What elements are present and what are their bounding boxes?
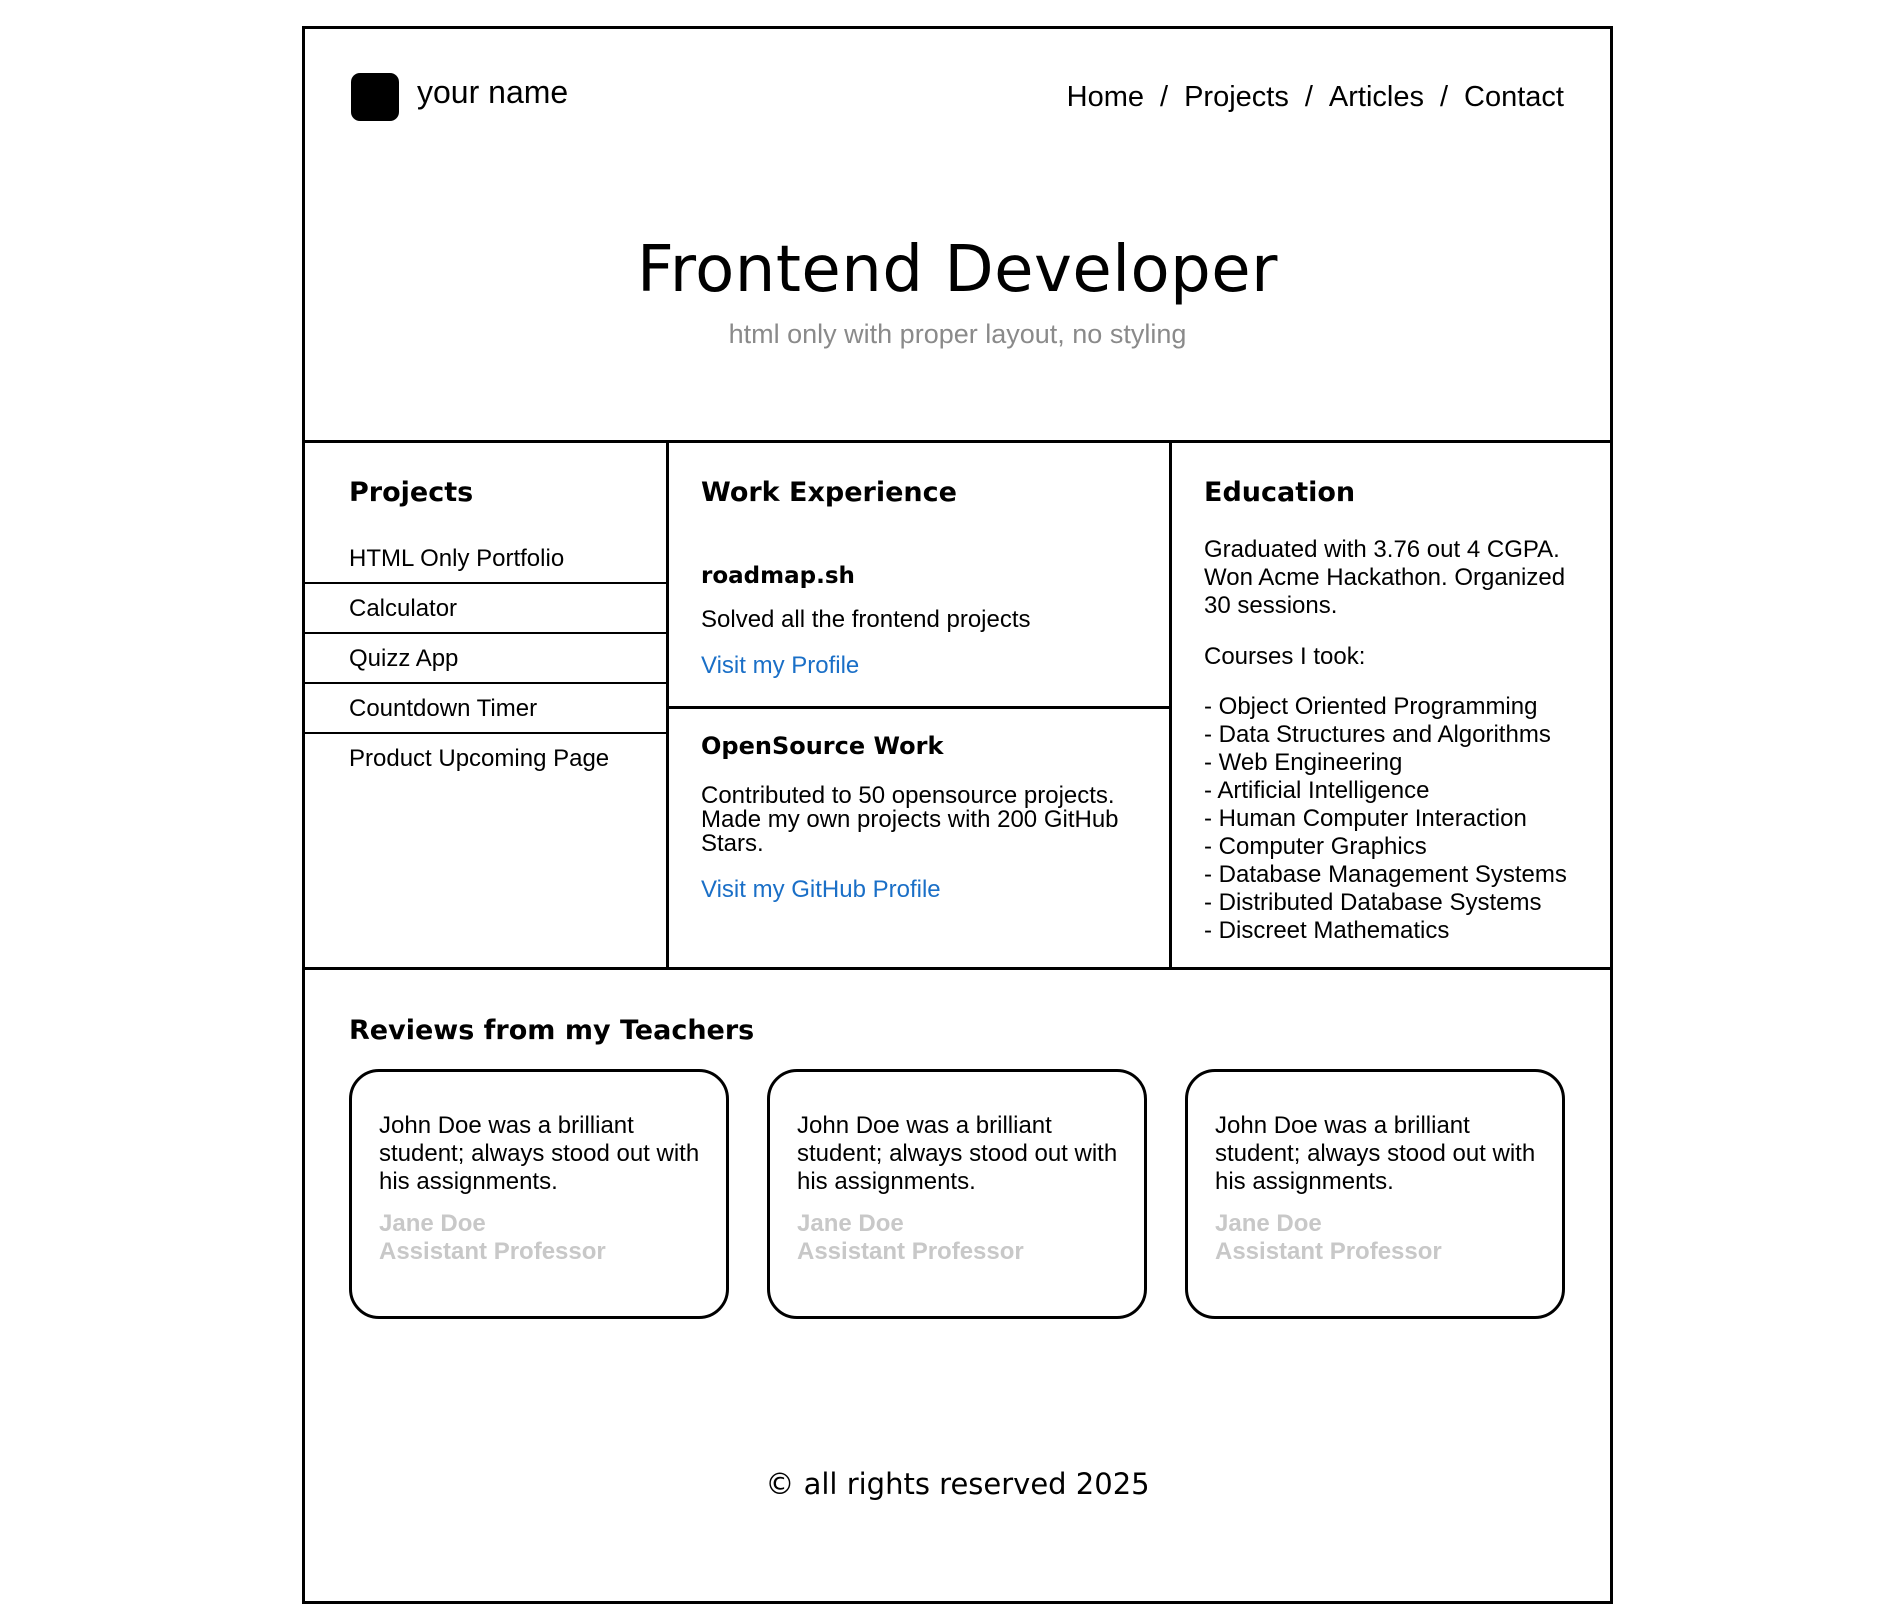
projects-title: Projects <box>349 477 474 508</box>
project-item[interactable]: Countdown Timer <box>305 684 667 734</box>
divider <box>305 967 1610 970</box>
project-item[interactable]: HTML Only Portfolio <box>305 534 667 584</box>
divider <box>1169 440 1172 970</box>
brand-name[interactable]: your name <box>417 74 568 111</box>
main-nav: Home / Projects / Articles / Contact <box>1067 81 1564 114</box>
course-item: - Web Engineering <box>1204 749 1403 776</box>
nav-articles[interactable]: Articles <box>1329 81 1424 114</box>
reviewer-role: Assistant Professor <box>379 1238 606 1265</box>
reviewer-name: Jane Doe <box>797 1210 904 1237</box>
project-item[interactable]: Quizz App <box>305 634 667 684</box>
github-profile-link[interactable]: Visit my GitHub Profile <box>701 876 941 904</box>
education-summary: Graduated with 3.76 out 4 CGPA. Won Acme… <box>1204 536 1566 619</box>
footer-copyright: © all rights reserved 2025 <box>765 1467 1150 1501</box>
education-title: Education <box>1204 477 1356 508</box>
course-item: - Data Structures and Algorithms <box>1204 721 1551 748</box>
nav-projects[interactable]: Projects <box>1184 81 1289 114</box>
work-title: Work Experience <box>701 477 957 508</box>
course-item: - Distributed Database Systems <box>1204 889 1542 916</box>
review-card: John Doe was a brilliant student; always… <box>767 1069 1147 1319</box>
review-text: John Doe was a brilliant student; always… <box>797 1112 1118 1195</box>
course-item: - Computer Graphics <box>1204 833 1427 860</box>
review-text: John Doe was a brilliant student; always… <box>379 1112 700 1195</box>
reviews-title: Reviews from my Teachers <box>349 1015 755 1046</box>
reviewer-role: Assistant Professor <box>797 1238 1024 1265</box>
opensource-title: OpenSource Work <box>701 732 944 760</box>
course-item: - Object Oriented Programming <box>1204 693 1538 720</box>
work-description: Solved all the frontend projects <box>701 606 1031 633</box>
course-item: - Artificial Intelligence <box>1204 777 1430 804</box>
logo-icon[interactable] <box>351 73 399 121</box>
hero-title: Frontend Developer <box>637 233 1278 307</box>
profile-link[interactable]: Visit my Profile <box>701 652 859 680</box>
project-item[interactable]: Product Upcoming Page <box>305 734 667 784</box>
courses-list: - Object Oriented Programming - Data Str… <box>1204 693 1567 945</box>
course-item: - Database Management Systems <box>1204 861 1567 888</box>
page-frame: your name Home / Projects / Articles / C… <box>302 26 1613 1604</box>
reviewer-role: Assistant Professor <box>1215 1238 1442 1265</box>
review-card: John Doe was a brilliant student; always… <box>1185 1069 1565 1319</box>
divider <box>667 706 1170 709</box>
nav-home[interactable]: Home <box>1067 81 1144 114</box>
course-item: - Discreet Mathematics <box>1204 917 1450 944</box>
hero-subtitle: html only with proper layout, no styling <box>728 319 1187 349</box>
review-card: John Doe was a brilliant student; always… <box>349 1069 729 1319</box>
nav-contact[interactable]: Contact <box>1464 81 1564 114</box>
reviewer-name: Jane Doe <box>1215 1210 1322 1237</box>
nav-separator: / <box>1304 81 1313 113</box>
nav-separator: / <box>1160 81 1169 113</box>
reviewer-name: Jane Doe <box>379 1210 486 1237</box>
nav-separator: / <box>1439 81 1449 113</box>
project-item[interactable]: Calculator <box>305 584 667 634</box>
opensource-description: Contributed to 50 opensource projects. M… <box>701 782 1119 857</box>
review-text: John Doe was a brilliant student; always… <box>1215 1112 1536 1195</box>
courses-label: Courses I took: <box>1204 643 1366 670</box>
divider <box>305 440 1610 443</box>
course-item: - Human Computer Interaction <box>1204 805 1527 832</box>
work-company: roadmap.sh <box>701 563 855 589</box>
